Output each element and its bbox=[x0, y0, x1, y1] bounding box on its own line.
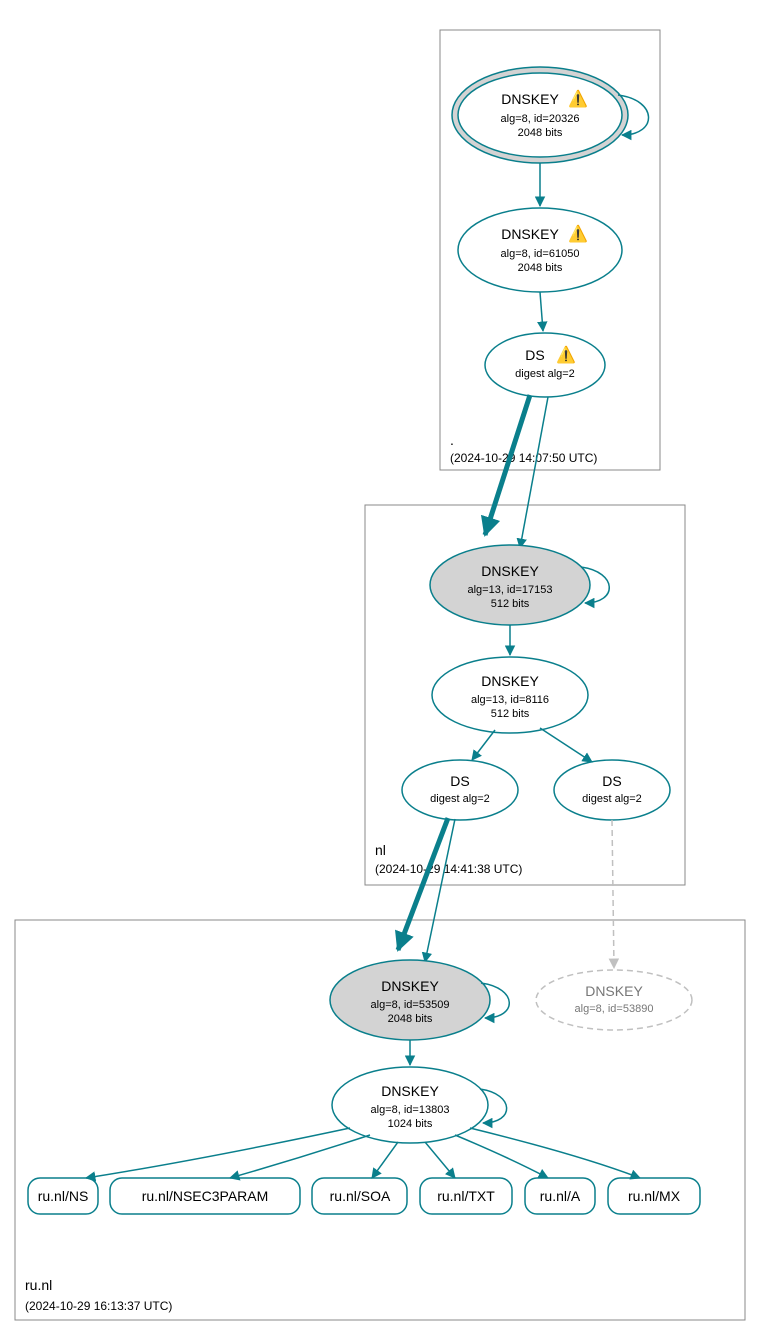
node-nl-zsk: DNSKEY alg=13, id=8116 512 bits bbox=[432, 657, 588, 733]
svg-text:digest alg=2: digest alg=2 bbox=[515, 368, 575, 380]
edge-root-zsk-to-ds bbox=[540, 292, 543, 331]
edge-zsk-to-ns bbox=[86, 1128, 350, 1178]
edge-zsk-to-soa bbox=[372, 1142, 398, 1178]
svg-text:512 bits: 512 bits bbox=[491, 598, 530, 610]
svg-text:2048 bits: 2048 bits bbox=[388, 1013, 433, 1025]
rrset-nsec3param: ru.nl/NSEC3PARAM bbox=[110, 1178, 300, 1214]
edge-ds-to-nl-thick bbox=[485, 395, 530, 535]
node-root-ds: DS ⚠️ digest alg=2 bbox=[485, 333, 605, 397]
svg-text:ru.nl/MX: ru.nl/MX bbox=[628, 1188, 681, 1204]
rrset-ns: ru.nl/NS bbox=[28, 1178, 98, 1214]
svg-text:DNSKEY: DNSKEY bbox=[381, 1083, 439, 1099]
rrset-soa: ru.nl/SOA bbox=[312, 1178, 407, 1214]
svg-text:DNSKEY: DNSKEY bbox=[481, 673, 539, 689]
svg-text:alg=8, id=20326: alg=8, id=20326 bbox=[501, 113, 580, 125]
svg-text:alg=8, id=61050: alg=8, id=61050 bbox=[501, 248, 580, 260]
edge-nl-zsk-to-ds1 bbox=[472, 730, 495, 760]
svg-text:DNSKEY: DNSKEY bbox=[501, 226, 559, 242]
node-nl-ds2: DS digest alg=2 bbox=[554, 760, 670, 820]
edge-zsk-to-a bbox=[455, 1135, 548, 1178]
node-root-ksk: DNSKEY ⚠️ alg=8, id=20326 2048 bits bbox=[452, 67, 649, 163]
svg-text:alg=8, id=53509: alg=8, id=53509 bbox=[371, 999, 450, 1011]
svg-text:alg=8, id=13803: alg=8, id=13803 bbox=[371, 1104, 450, 1116]
edge-nl-zsk-to-ds2 bbox=[540, 728, 592, 762]
zone-runl-label: ru.nl bbox=[25, 1277, 52, 1293]
zone-root-timestamp: (2024-10-29 14:07:50 UTC) bbox=[450, 451, 597, 465]
rrset-a: ru.nl/A bbox=[525, 1178, 595, 1214]
zone-nl-timestamp: (2024-10-29 14:41:38 UTC) bbox=[375, 862, 522, 876]
svg-text:alg=13, id=17153: alg=13, id=17153 bbox=[467, 584, 552, 596]
svg-text:ru.nl/A: ru.nl/A bbox=[540, 1188, 581, 1204]
zone-runl-timestamp: (2024-10-29 16:13:37 UTC) bbox=[25, 1299, 172, 1313]
node-ru-zsk: DNSKEY alg=8, id=13803 1024 bits bbox=[332, 1067, 507, 1143]
svg-text:ru.nl/NSEC3PARAM: ru.nl/NSEC3PARAM bbox=[142, 1188, 269, 1204]
svg-text:DNSKEY: DNSKEY bbox=[381, 978, 439, 994]
zone-nl-label: nl bbox=[375, 842, 386, 858]
rrset-mx: ru.nl/MX bbox=[608, 1178, 700, 1214]
svg-text:DNSKEY: DNSKEY bbox=[481, 563, 539, 579]
warning-icon: ⚠️ bbox=[568, 224, 588, 243]
svg-text:digest alg=2: digest alg=2 bbox=[582, 793, 642, 805]
node-nl-ksk: DNSKEY alg=13, id=17153 512 bits bbox=[430, 545, 609, 625]
node-nl-ds1: DS digest alg=2 bbox=[402, 760, 518, 820]
svg-text:alg=8, id=53890: alg=8, id=53890 bbox=[575, 1003, 654, 1015]
svg-text:DS: DS bbox=[450, 773, 469, 789]
svg-text:DS: DS bbox=[525, 347, 544, 363]
svg-text:1024 bits: 1024 bits bbox=[388, 1118, 433, 1130]
svg-text:alg=13, id=8116: alg=13, id=8116 bbox=[471, 694, 549, 706]
svg-text:DNSKEY: DNSKEY bbox=[501, 91, 559, 107]
node-root-zsk: DNSKEY ⚠️ alg=8, id=61050 2048 bits bbox=[458, 208, 622, 292]
warning-icon: ⚠️ bbox=[568, 89, 588, 108]
svg-text:DS: DS bbox=[602, 773, 621, 789]
node-ru-ghost: DNSKEY alg=8, id=53890 bbox=[536, 970, 692, 1030]
svg-text:DNSKEY: DNSKEY bbox=[585, 983, 643, 999]
node-ru-ksk: DNSKEY alg=8, id=53509 2048 bits bbox=[330, 960, 509, 1040]
zone-root-label: . bbox=[450, 432, 454, 448]
svg-text:2048 bits: 2048 bits bbox=[518, 127, 563, 139]
svg-text:ru.nl/TXT: ru.nl/TXT bbox=[437, 1188, 495, 1204]
svg-text:512 bits: 512 bits bbox=[491, 708, 530, 720]
dnssec-diagram: . (2024-10-29 14:07:50 UTC) DNSKEY ⚠️ al… bbox=[0, 0, 757, 1344]
svg-text:ru.nl/SOA: ru.nl/SOA bbox=[330, 1188, 391, 1204]
svg-text:ru.nl/NS: ru.nl/NS bbox=[38, 1188, 89, 1204]
edge-zsk-to-nsec3 bbox=[230, 1135, 370, 1178]
edge-zsk-to-txt bbox=[425, 1142, 455, 1178]
rrset-txt: ru.nl/TXT bbox=[420, 1178, 512, 1214]
edge-ds1-to-ru-thick bbox=[398, 818, 448, 950]
svg-text:digest alg=2: digest alg=2 bbox=[430, 793, 490, 805]
warning-icon: ⚠️ bbox=[556, 345, 576, 364]
svg-text:2048 bits: 2048 bits bbox=[518, 262, 563, 274]
edge-ds2-to-ghost bbox=[612, 820, 614, 968]
